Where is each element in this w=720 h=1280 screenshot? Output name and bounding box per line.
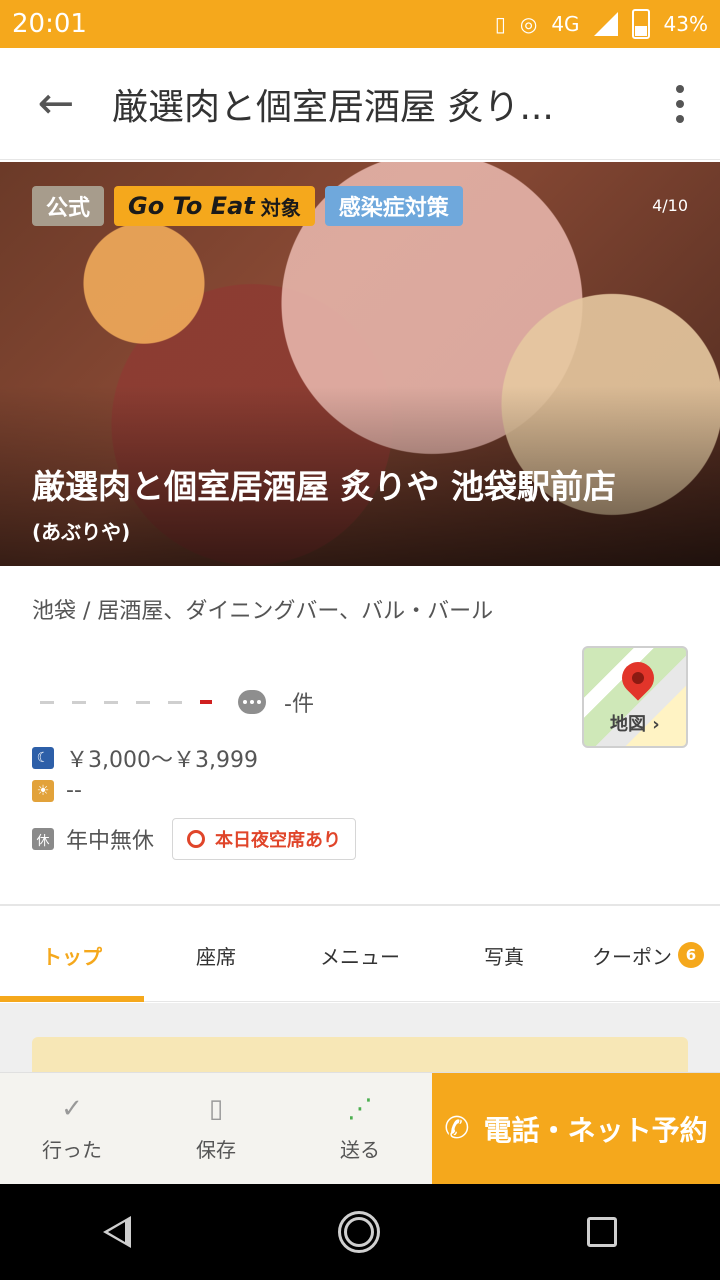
page-title: 厳選肉と個室居酒屋 炙り... xyxy=(112,86,554,128)
tab-label: クーポン xyxy=(592,944,672,969)
infection-control-badge: 感染症対策 xyxy=(324,186,463,226)
save-label: 保存 xyxy=(196,1138,236,1162)
badge-row: 公式 Go To Eat 対象 感染症対策 xyxy=(32,186,463,226)
visited-label: 行った xyxy=(42,1138,102,1162)
lunch-price: -- xyxy=(66,778,82,803)
rating-placeholder xyxy=(136,700,150,704)
rotate-icon: ▯ xyxy=(494,12,506,36)
tab-photos[interactable]: 写真 xyxy=(432,908,576,1002)
signal-icon xyxy=(593,12,618,36)
share-label: 送る xyxy=(340,1138,380,1162)
rating-placeholder xyxy=(40,700,54,704)
share-icon: ⋰ xyxy=(347,1094,373,1124)
lunch-price-row: ☀ -- xyxy=(32,778,82,803)
back-button[interactable]: ← xyxy=(0,48,112,160)
restaurant-reading: (あぶりや) xyxy=(32,520,131,544)
holiday-row: 休 年中無休 本日夜空席あり xyxy=(32,818,357,860)
review-count[interactable]: -件 xyxy=(284,686,314,718)
hero-image[interactable]: 公式 Go To Eat 対象 感染症対策 4/10 厳選肉と個室居酒屋 炙りや… xyxy=(0,162,720,566)
battery-level: 43% xyxy=(663,12,708,36)
tab-label: 座席 xyxy=(196,944,236,969)
reserve-button[interactable]: ✆ 電話・ネット予約 xyxy=(432,1073,720,1184)
circle-icon xyxy=(187,830,206,848)
sun-icon: ☀ xyxy=(32,779,54,802)
rating-score-placeholder xyxy=(200,700,212,704)
restaurant-name: 厳選肉と個室居酒屋 炙りや 池袋駅前店 xyxy=(32,467,616,506)
speech-bubble-icon xyxy=(238,690,266,714)
photo-counter: 4/10 xyxy=(652,196,688,215)
system-nav-bar xyxy=(0,1184,720,1280)
share-button[interactable]: ⋰ 送る xyxy=(288,1073,432,1184)
check-badge-icon: ✓ xyxy=(61,1094,83,1124)
gotoeat-label: Go To Eat xyxy=(128,192,255,220)
tab-label: トップ xyxy=(42,944,102,969)
app-bar: ← 厳選肉と個室居酒屋 炙り... xyxy=(0,48,720,160)
status-time: 20:01 xyxy=(12,9,87,39)
visited-button[interactable]: ✓ 行った xyxy=(0,1073,144,1184)
tab-bar: トップ 座席 メニュー 写真 クーポン 6 xyxy=(0,908,720,1002)
content-area xyxy=(0,1003,720,1097)
vacancy-label: 本日夜空席あり xyxy=(215,830,342,851)
tab-label: 写真 xyxy=(484,944,524,969)
moon-icon: ☾ xyxy=(32,747,54,769)
nav-back-button[interactable] xyxy=(103,1216,132,1248)
coupon-count-badge: 6 xyxy=(678,942,704,968)
dinner-price-row: ☾ ￥3,000～￥3,999 xyxy=(32,742,258,774)
tab-coupon[interactable]: クーポン 6 xyxy=(576,908,720,1002)
save-button[interactable]: ▯ 保存 xyxy=(144,1073,288,1184)
gotoeat-target-label: 対象 xyxy=(260,195,301,220)
battery-icon xyxy=(631,9,650,39)
status-bar: 20:01 ▯ ◎ 4G 43% xyxy=(0,0,720,48)
map-button[interactable]: 地図 › xyxy=(582,646,688,748)
phone-icon: ✆ xyxy=(444,1111,470,1146)
tab-label: メニュー xyxy=(320,944,400,969)
restaurant-info: 池袋 / 居酒屋、ダイニングバー、バル・バール -件 ☾ ￥3,000～￥3,9… xyxy=(0,566,720,906)
map-pin-icon xyxy=(615,655,661,701)
tab-menu[interactable]: メニュー xyxy=(288,908,432,1002)
holiday-text: 年中無休 xyxy=(66,829,155,854)
rating-placeholder xyxy=(168,700,182,704)
more-options-button[interactable] xyxy=(640,84,720,123)
genre-text: 池袋 / 居酒屋、ダイニングバー、バル・バール xyxy=(32,599,494,624)
tab-top[interactable]: トップ xyxy=(0,908,144,1002)
rating-placeholder xyxy=(72,700,86,704)
rating-placeholder xyxy=(104,700,118,704)
nav-home-button[interactable] xyxy=(337,1211,380,1253)
rating-row: -件 xyxy=(40,686,314,718)
gotoeat-badge: Go To Eat 対象 xyxy=(114,186,315,226)
official-badge: 公式 xyxy=(32,186,105,226)
reserve-label: 電話・ネット予約 xyxy=(483,1113,708,1147)
holiday-icon: 休 xyxy=(32,828,54,850)
dinner-price: ￥3,000～￥3,999 xyxy=(66,748,258,773)
tab-seats[interactable]: 座席 xyxy=(144,908,288,1002)
bottom-action-bar: ✓ 行った ▯ 保存 ⋰ 送る ✆ 電話・ネット予約 xyxy=(0,1072,720,1184)
status-icons: ▯ ◎ 4G 43% xyxy=(495,9,708,39)
network-type: 4G xyxy=(551,12,580,36)
arrow-left-icon: ← xyxy=(37,78,75,129)
bookmark-icon: ▯ xyxy=(208,1094,224,1124)
map-label: 地図 › xyxy=(610,714,660,735)
alarm-icon: ◎ xyxy=(519,12,538,36)
nav-recents-button[interactable] xyxy=(586,1217,617,1247)
vacancy-badge[interactable]: 本日夜空席あり xyxy=(172,818,357,860)
